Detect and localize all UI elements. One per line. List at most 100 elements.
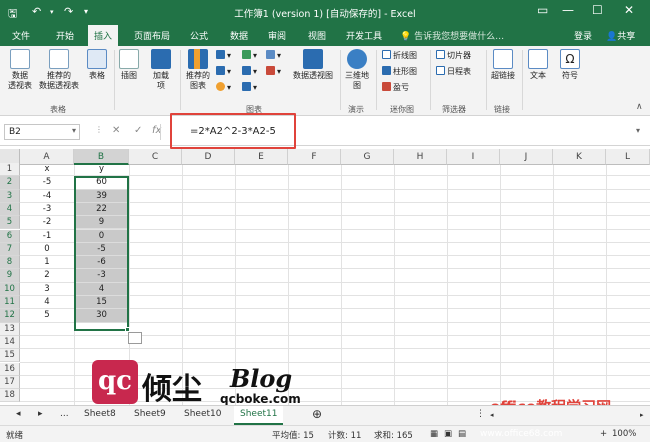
next-sheet-icon[interactable]: ▸: [38, 409, 43, 419]
row-header[interactable]: 3: [0, 189, 20, 203]
tab-review[interactable]: 审阅: [268, 29, 286, 42]
tab-developer[interactable]: 开发工具: [346, 29, 382, 42]
sheet-tab[interactable]: Sheet9: [134, 409, 166, 419]
symbol-button[interactable]: Ω 符号: [558, 49, 582, 81]
hyperlink-button[interactable]: 超链接: [488, 49, 518, 81]
tab-view[interactable]: 视图: [308, 29, 326, 42]
timeline-button[interactable]: 日程表: [436, 66, 471, 77]
row-header[interactable]: 8: [0, 256, 20, 270]
table-button[interactable]: 表格: [86, 49, 108, 81]
sheet-tab[interactable]: Sheet8: [84, 409, 116, 419]
maximize-icon[interactable]: ☐: [592, 3, 603, 17]
sheet-tab[interactable]: Sheet10: [184, 409, 221, 419]
pivot-table-button[interactable]: 数据 透视表: [4, 49, 36, 91]
col-header-d[interactable]: D: [182, 149, 235, 165]
cell-b[interactable]: y: [75, 163, 128, 176]
row-header[interactable]: 1: [0, 163, 20, 177]
sheet-more[interactable]: ...: [60, 409, 69, 419]
row-header[interactable]: 17: [0, 375, 20, 390]
col-header-e[interactable]: E: [235, 149, 288, 165]
prev-sheet-icon[interactable]: ◂: [16, 409, 21, 419]
row-header[interactable]: 4: [0, 202, 20, 217]
cell-a[interactable]: -5: [20, 176, 74, 189]
collapse-ribbon-icon[interactable]: ∧: [636, 102, 643, 112]
text-button[interactable]: 文本: [526, 49, 550, 81]
zoom-in-icon[interactable]: +: [600, 429, 607, 439]
recommended-charts-button[interactable]: 推荐的 图表: [184, 49, 212, 91]
tab-page-layout[interactable]: 页面布局: [134, 29, 170, 42]
quick-analysis-icon[interactable]: [128, 332, 142, 344]
col-header-g[interactable]: G: [341, 149, 394, 165]
sparkline-winloss-button[interactable]: 盈亏: [382, 82, 409, 93]
tab-home[interactable]: 开始: [56, 29, 74, 42]
row-header[interactable]: 6: [0, 229, 20, 243]
row-header[interactable]: 9: [0, 269, 20, 283]
row-header[interactable]: 7: [0, 242, 20, 257]
tab-insert[interactable]: 插入: [88, 25, 119, 46]
addins-button[interactable]: 加载 项: [150, 49, 172, 91]
scroll-right-icon[interactable]: ▸: [640, 411, 644, 419]
row-header[interactable]: 12: [0, 309, 20, 323]
statistic-chart-button[interactable]: ▾: [242, 66, 257, 76]
page-break-view-icon[interactable]: ▤: [458, 429, 466, 439]
col-header-l[interactable]: L: [606, 149, 650, 165]
minimize-icon[interactable]: —: [562, 3, 574, 17]
cell-a[interactable]: 4: [20, 296, 74, 309]
page-layout-view-icon[interactable]: ▣: [444, 429, 452, 439]
column-chart-button[interactable]: ▾: [216, 50, 231, 60]
illustrations-button[interactable]: 插图: [118, 49, 140, 81]
col-header-c[interactable]: C: [129, 149, 182, 165]
normal-view-icon[interactable]: ▦: [430, 429, 438, 439]
row-header[interactable]: 10: [0, 282, 20, 296]
slicer-button[interactable]: 切片器: [436, 50, 471, 61]
sparkline-column-button[interactable]: 柱形图: [382, 66, 417, 77]
hierarchy-chart-button[interactable]: ▾: [242, 50, 257, 60]
cell-a[interactable]: 3: [20, 283, 74, 296]
expand-formula-icon[interactable]: ▾: [636, 126, 640, 135]
row-header[interactable]: 18: [0, 389, 20, 403]
cell-a[interactable]: 0: [20, 243, 74, 256]
sparkline-line-button[interactable]: 折线图: [382, 50, 417, 61]
add-sheet-icon[interactable]: ⊕: [312, 407, 322, 421]
close-icon[interactable]: ✕: [624, 3, 634, 17]
cell-a[interactable]: -4: [20, 190, 74, 203]
row-header[interactable]: 13: [0, 322, 20, 336]
col-header-h[interactable]: H: [394, 149, 447, 165]
pie-chart-button[interactable]: ▾: [216, 82, 231, 92]
ribbon-display-icon[interactable]: ▭: [537, 3, 548, 17]
tab-formulas[interactable]: 公式: [190, 29, 208, 42]
enter-icon[interactable]: ✓: [134, 125, 142, 136]
row-header[interactable]: 16: [0, 362, 20, 376]
zoom-level[interactable]: 100%: [612, 429, 636, 439]
cell-a[interactable]: -3: [20, 203, 74, 216]
tab-data[interactable]: 数据: [230, 29, 248, 42]
pivot-chart-button[interactable]: 数据透视图: [290, 49, 336, 81]
tell-me-box[interactable]: 💡 告诉我您想要做什么…: [400, 29, 504, 42]
share-button[interactable]: 👤共享: [606, 29, 635, 42]
cell-a[interactable]: 5: [20, 309, 74, 322]
col-header-j[interactable]: J: [500, 149, 553, 165]
waterfall-chart-button[interactable]: ▾: [266, 66, 281, 76]
cell-a[interactable]: 1: [20, 256, 74, 269]
col-header-k[interactable]: K: [553, 149, 606, 165]
bar-chart-button[interactable]: ▾: [266, 50, 281, 60]
col-header-i[interactable]: I: [447, 149, 500, 165]
chevron-down-icon[interactable]: ▾: [72, 126, 76, 135]
sheet-tab-active[interactable]: Sheet11: [234, 406, 284, 425]
name-box[interactable]: B2 ▾: [4, 124, 80, 140]
cell-a[interactable]: -2: [20, 216, 74, 229]
login-link[interactable]: 登录: [574, 29, 592, 42]
3d-map-button[interactable]: 三维地 图: [344, 49, 370, 91]
cell-a[interactable]: x: [20, 163, 74, 176]
cancel-icon[interactable]: ✕: [112, 125, 120, 136]
line-chart-button[interactable]: ▾: [216, 66, 231, 76]
cell-a[interactable]: 2: [20, 269, 74, 282]
row-header[interactable]: 5: [0, 216, 20, 230]
row-header[interactable]: 15: [0, 349, 20, 363]
recommended-pivot-button[interactable]: 推荐的 数据透视表: [36, 49, 82, 91]
cell-a[interactable]: -1: [20, 230, 74, 243]
scatter-chart-button[interactable]: ▾: [242, 82, 257, 92]
row-header[interactable]: 14: [0, 335, 20, 350]
tab-file[interactable]: 文件: [12, 29, 30, 42]
row-header[interactable]: 11: [0, 296, 20, 310]
